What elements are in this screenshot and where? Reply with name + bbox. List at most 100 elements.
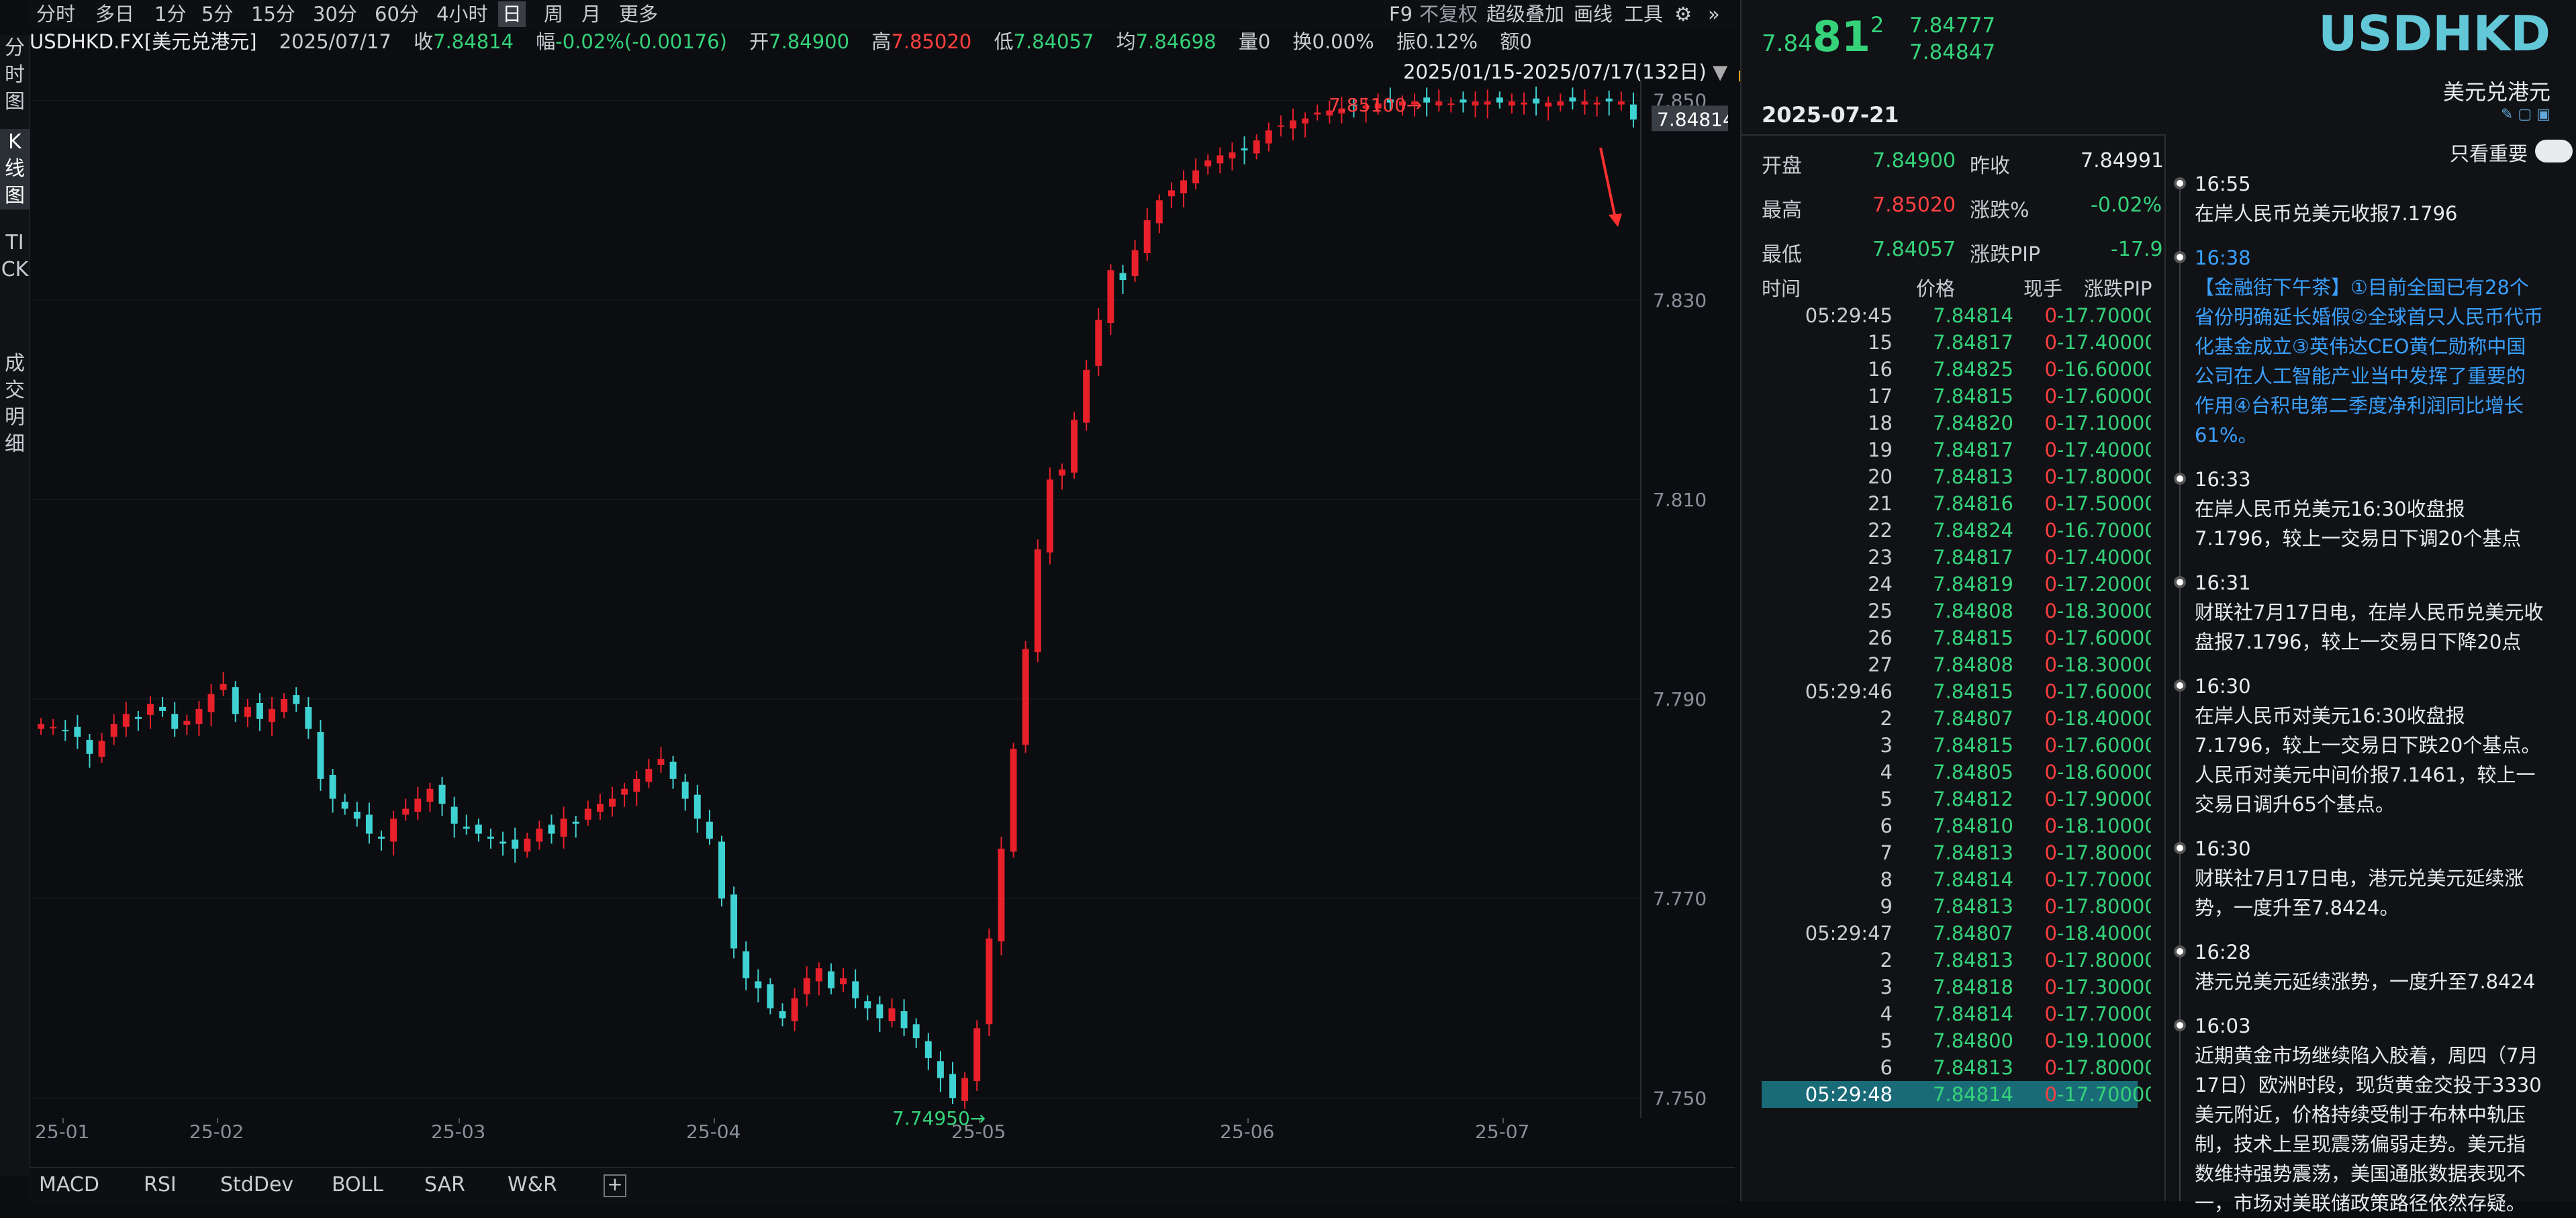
candle-body: [1119, 273, 1127, 281]
open-label: 开: [749, 30, 769, 53]
tick-row: 05:29:46 7.84815 0 -17.60000: [1762, 678, 2151, 705]
tab-trade-detail[interactable]: 成交明细: [0, 350, 30, 458]
tools-button[interactable]: 工具: [1624, 1, 1663, 27]
y-axis: 7.8507.8307.8107.7907.7707.750: [1640, 81, 1707, 1118]
candle-body: [1521, 102, 1527, 105]
period-4h[interactable]: 4小时: [436, 1, 487, 27]
period-5min[interactable]: 5分: [201, 1, 233, 27]
add-indicator-button[interactable]: +: [604, 1174, 626, 1197]
candle-body: [1204, 160, 1212, 167]
indicator-macd[interactable]: MACD: [39, 1173, 99, 1197]
vertical-tab-bar: 分时图 K线图 TICK 成交明细: [0, 35, 30, 1176]
indicator-boll[interactable]: BOLL: [332, 1173, 383, 1197]
tab-intraday[interactable]: 分时图: [0, 35, 30, 115]
period-month[interactable]: 月: [581, 1, 601, 27]
candle-body: [706, 821, 713, 839]
f9-button[interactable]: F9: [1389, 1, 1413, 27]
period-30min[interactable]: 30分: [313, 1, 357, 27]
candle-body: [317, 732, 324, 779]
candle-body: [1277, 125, 1284, 127]
gear-icon[interactable]: ⚙: [1674, 1, 1692, 27]
tick-time: 4: [1880, 761, 1893, 784]
candle-body: [1569, 97, 1576, 102]
important-only-label: 只看重要: [2450, 142, 2528, 165]
news-item[interactable]: 16:28 港元兑美元延续涨势，一度升至7.8424: [2195, 937, 2544, 996]
news-text: 财联社7月17日电，港元兑美元延续涨势，一度升至7.8424。: [2195, 867, 2524, 919]
change-field: 幅-0.02%(-0.00176): [536, 30, 727, 53]
prevclose-value: 7.84991: [2081, 149, 2164, 173]
dropdown-icon[interactable]: ▼: [1713, 60, 1727, 83]
news-time: 16:31: [2195, 571, 2251, 594]
tick-price: 7.84814: [1933, 1002, 2013, 1025]
period-day[interactable]: 日: [498, 1, 526, 27]
tick-time: 21: [1868, 492, 1893, 515]
tick-change: -17.80000: [2057, 949, 2151, 972]
chgpct-value: -0.02%: [2091, 193, 2162, 217]
tick-list[interactable]: 05:29:45 7.84814 0 -17.70000 15 7.84817 0 -17.4…: [1762, 302, 2164, 1108]
period-1min[interactable]: 1分: [154, 1, 186, 27]
tick-volume: 0: [2044, 841, 2057, 864]
overlay-button[interactable]: 超级叠加: [1486, 1, 1564, 27]
news-item[interactable]: 16:03 近期黄金市场继续陷入胶着，周四（7月17日）欧洲时段，现货黄金交投于3…: [2195, 1011, 2544, 1218]
candle-body: [1046, 479, 1053, 553]
tick-volume: 0: [2044, 573, 2057, 596]
annotation-arrow-head: [1609, 214, 1622, 227]
candle-body: [743, 951, 750, 979]
tick-price: 7.84815: [1933, 680, 2013, 703]
indicator-stddev[interactable]: StdDev: [220, 1173, 293, 1197]
indicator-sar[interactable]: SAR: [424, 1173, 465, 1197]
candle-body: [815, 968, 822, 982]
tick-price: 7.84815: [1933, 385, 2013, 408]
period-multiday[interactable]: 多日: [95, 1, 134, 27]
amount-value: 0: [1519, 30, 1532, 53]
news-item[interactable]: 16:55 在岸人民币兑美元收报7.1796: [2195, 169, 2544, 228]
timeline-dot: [2174, 177, 2186, 189]
news-item[interactable]: 16:30 财联社7月17日电，港元兑美元延续涨势，一度升至7.8424。: [2195, 834, 2544, 923]
tick-time: 19: [1868, 438, 1893, 461]
candle-body: [1484, 101, 1491, 105]
ticks-header: 时间 价格 现手 涨跌PIP: [1742, 275, 2164, 302]
important-only-toggle[interactable]: [2535, 140, 2573, 162]
news-item[interactable]: 16:30 在岸人民币对美元16:30收盘报7.1796，较上一交易日下跌20个基…: [2195, 671, 2544, 819]
indicator-wr[interactable]: W&R: [508, 1173, 557, 1197]
panel-action-icons[interactable]: ✎ ▢ ▣: [2501, 106, 2550, 123]
candle-body: [1460, 99, 1467, 103]
tick-change: -17.40000: [2057, 438, 2151, 461]
kline-chart[interactable]: 7.8507.8307.8107.7907.7707.750 25-01 25-0…: [30, 81, 1728, 1138]
turnover-label: 换: [1292, 30, 1313, 53]
indicator-rsi[interactable]: RSI: [144, 1173, 177, 1197]
candle-body: [548, 825, 555, 834]
news-time: 16:30: [2195, 837, 2251, 860]
no-adjust-button[interactable]: 不复权: [1419, 1, 1478, 27]
y-tick-label: 7.830: [1653, 289, 1707, 312]
tick-time: 05:29:45: [1805, 304, 1893, 327]
tick-row: 05:29:48 7.84814 0 -17.70000: [1762, 1081, 2151, 1108]
candle-body: [329, 774, 336, 799]
candle-body: [694, 794, 701, 819]
candle-body: [390, 818, 397, 842]
divider: [1742, 134, 2164, 136]
news-text: 【金融街下午茶】①目前全国已有28个省份明确延长婚假②全球首只人民币代币化基金成…: [2195, 276, 2543, 447]
candle-body: [1435, 101, 1443, 106]
news-item[interactable]: 16:38 【金融街下午茶】①目前全国已有28个省份明确延长婚假②全球首只人民币代…: [2195, 243, 2544, 450]
news-item[interactable]: 16:31 财联社7月17日电，在岸人民币兑美元收盘报7.1796，较上一交易日下…: [2195, 568, 2544, 657]
candle-body: [779, 1011, 786, 1019]
period-more[interactable]: 更多: [619, 1, 658, 27]
news-item[interactable]: 16:33 在岸人民币兑美元16:30收盘报7.1796，较上一交易日下调20个基…: [2195, 465, 2544, 553]
expand-icon[interactable]: »: [1708, 1, 1720, 27]
tick-volume: 0: [2044, 465, 2057, 488]
candle-body: [195, 708, 203, 724]
tick-time: 16: [1868, 358, 1893, 381]
tick-change: -16.70000: [2057, 519, 2151, 542]
close-field: 收7.84814: [414, 30, 514, 53]
period-15min[interactable]: 15分: [251, 1, 295, 27]
max-price-label: 7.85100→: [1329, 94, 1422, 116]
period-week[interactable]: 周: [544, 1, 563, 27]
period-60min[interactable]: 60分: [375, 1, 419, 27]
tick-volume: 0: [2044, 438, 2057, 461]
tab-tick[interactable]: TICK: [0, 230, 30, 337]
tick-change: -18.60000: [2057, 761, 2151, 784]
tab-kline[interactable]: K线图: [0, 129, 30, 209]
draw-line-button[interactable]: 画线: [1574, 1, 1613, 27]
period-intraday[interactable]: 分时: [36, 1, 75, 27]
